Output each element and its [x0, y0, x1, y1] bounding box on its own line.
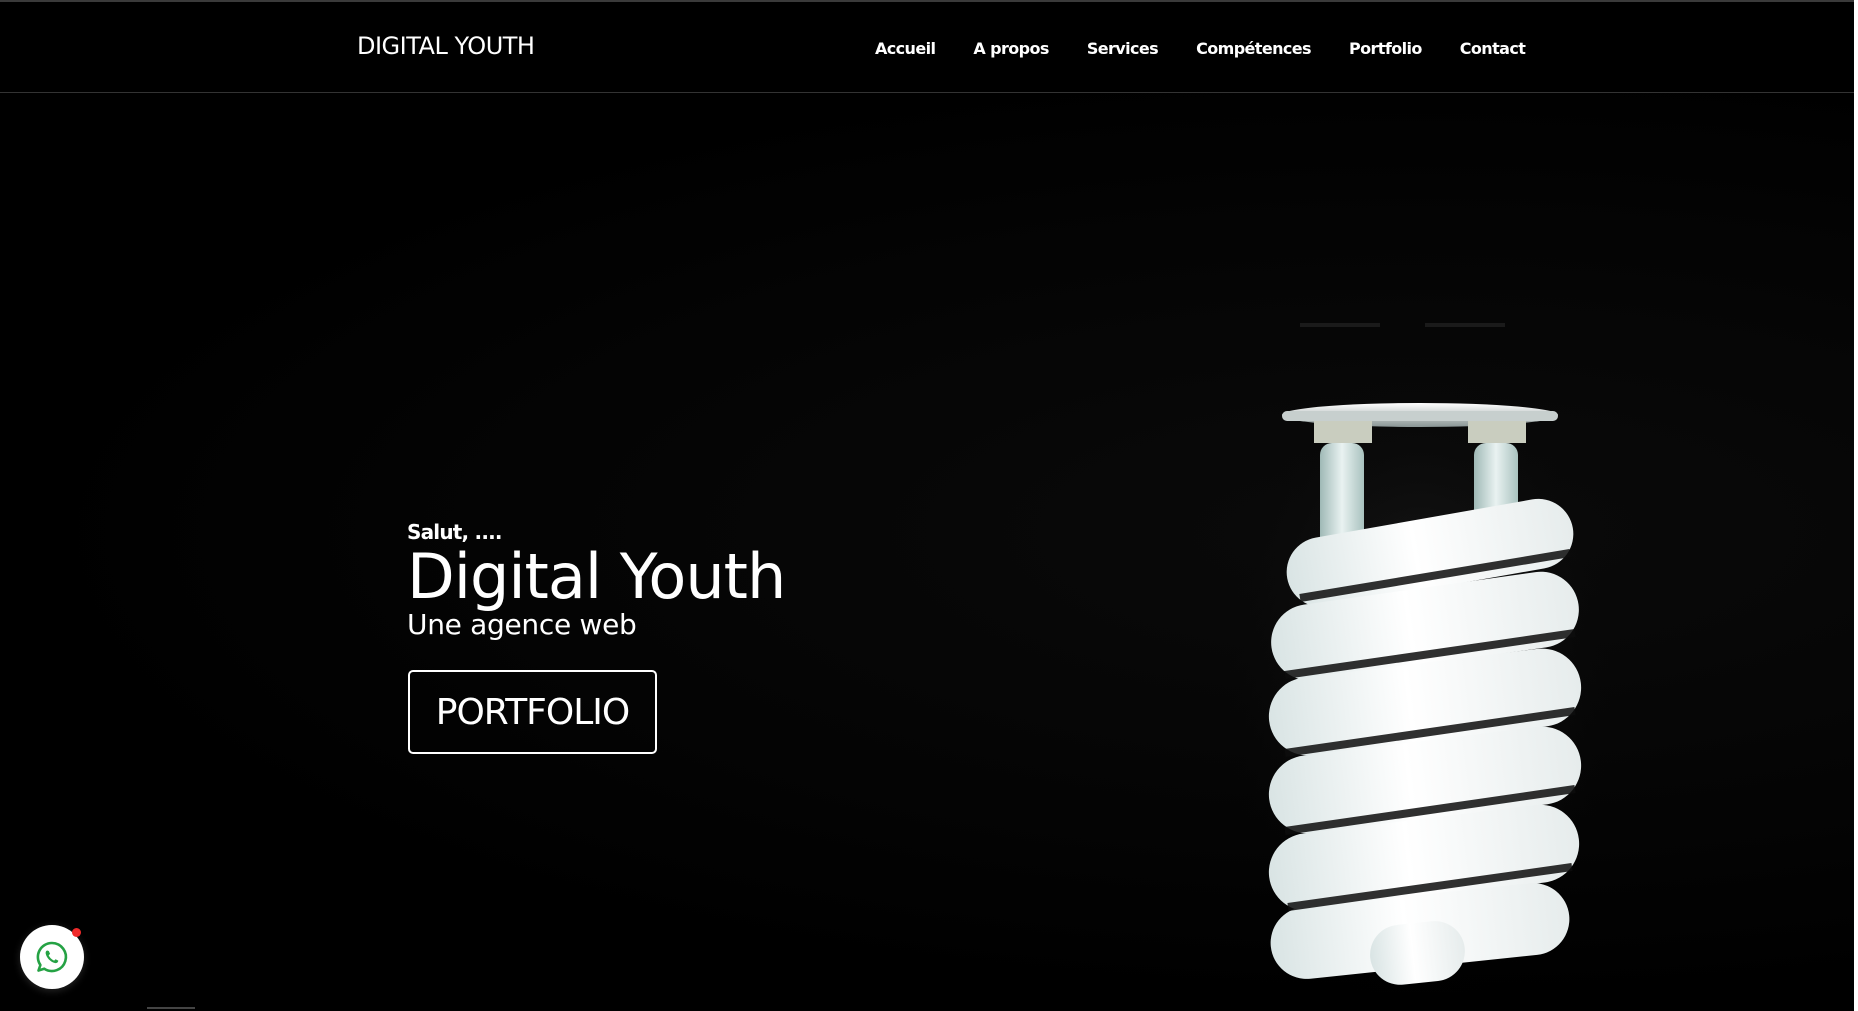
hero-headline: Digital Youth	[407, 540, 786, 613]
navbar: DIGITAL YOUTH Accueil A propos Services …	[0, 2, 1854, 93]
whatsapp-button[interactable]	[20, 925, 84, 989]
hero-section: Salut, .... Digital Youth Une agence web	[0, 93, 1854, 1011]
window-edge	[1854, 0, 1858, 1011]
brand-logo[interactable]: DIGITAL YOUTH	[357, 32, 535, 60]
nav-link-portfolio[interactable]: Portfolio	[1349, 39, 1422, 58]
scroll-indicator	[147, 1007, 195, 1009]
nav-link-services[interactable]: Services	[1087, 39, 1159, 58]
nav-menu: Accueil A propos Services Compétences Po…	[875, 39, 1563, 58]
page: Salut, .... Digital Youth Une agence web…	[0, 0, 1858, 1011]
nav-link-a-propos[interactable]: A propos	[973, 39, 1049, 58]
nav-link-accueil[interactable]: Accueil	[875, 39, 936, 58]
hero-text: Salut, .... Digital Youth Une agence web	[407, 520, 786, 648]
hero-tagline: Une agence web	[407, 608, 637, 641]
portfolio-button[interactable]: PORTFOLIO	[408, 670, 657, 754]
light-bulb-image	[1230, 323, 1610, 993]
nav-link-contact[interactable]: Contact	[1460, 39, 1526, 58]
whatsapp-icon	[36, 941, 68, 973]
notification-dot	[72, 928, 81, 937]
nav-link-competences[interactable]: Compétences	[1196, 39, 1311, 58]
